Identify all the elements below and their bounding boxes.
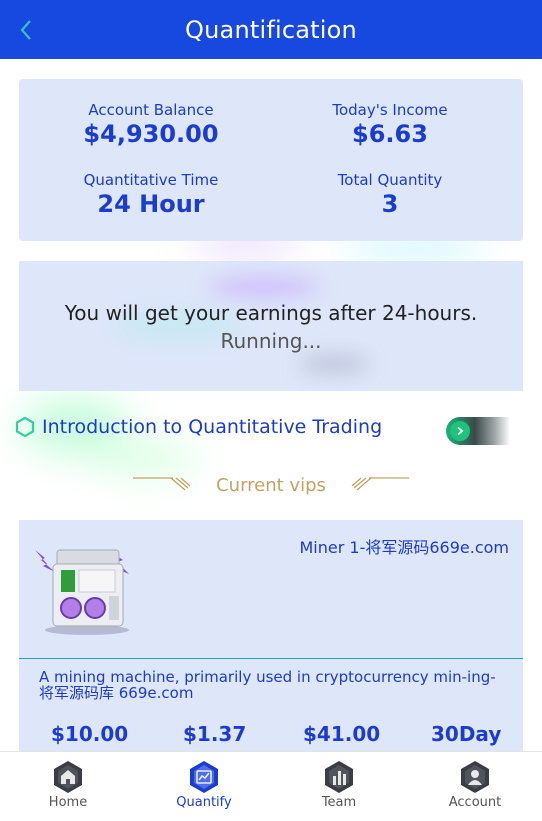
nav-item-team[interactable]: Team: [271, 752, 407, 821]
vip-card[interactable]: Miner 1-将军源码669e.com A mining machine, p…: [19, 520, 523, 752]
account-balance-value: $4,930.00: [83, 120, 219, 148]
bottom-nav: Home Quantify Team Account: [0, 751, 542, 821]
account-icon: [461, 761, 489, 793]
nav-item-account[interactable]: Account: [407, 752, 542, 821]
home-icon: [54, 761, 82, 793]
nav-label-home: Home: [48, 795, 88, 810]
intro-quant-trading-row[interactable]: Introduction to Quantitative Trading: [14, 412, 524, 446]
vip-description: A mining machine, primarily used in cryp…: [39, 668, 496, 702]
total-quantity-value: 3: [381, 190, 399, 218]
todays-income-stat: Today's Income $6.63: [265, 101, 515, 148]
team-icon: [325, 761, 353, 793]
quant-time-label: Quantitative Time: [83, 171, 219, 189]
total-quantity-label: Total Quantity: [337, 171, 443, 189]
hexagon-icon: [15, 416, 35, 438]
vip-name: Miner 1-将军源码669e.com: [299, 538, 510, 557]
quant-time-value: 24 Hour: [97, 190, 205, 218]
earnings-message: You will get your earnings after 24-hour…: [64, 301, 478, 325]
vip-daily-income: $1.37: [183, 722, 247, 746]
nav-item-quantify[interactable]: Quantify: [136, 752, 272, 821]
vip-stats-row: $10.00 $1.37 $41.00 30Day: [19, 722, 523, 750]
todays-income-value: $6.63: [352, 120, 428, 148]
nav-item-home[interactable]: Home: [0, 752, 136, 821]
nav-label-quantify: Quantify: [176, 795, 232, 810]
account-balance-label: Account Balance: [88, 101, 214, 119]
right-ornament-icon: [351, 477, 409, 491]
quantify-icon: [190, 761, 218, 793]
nav-label-team: Team: [321, 795, 357, 810]
decor-glow: [209, 279, 319, 295]
vip-total-income: $41.00: [303, 722, 381, 746]
running-status: Running...: [220, 329, 322, 353]
nav-label-account: Account: [448, 795, 502, 810]
go-button[interactable]: [446, 417, 510, 445]
current-vips-heading: Current vips: [0, 472, 542, 498]
back-button[interactable]: [14, 16, 38, 44]
top-header: Quantification: [0, 0, 542, 59]
vip-duration: 30Day: [431, 722, 502, 746]
total-quantity-stat: Total Quantity 3: [265, 171, 515, 218]
mining-machine-icon: [35, 549, 129, 635]
chevron-left-icon: [20, 20, 31, 40]
quant-time-stat: Quantitative Time 24 Hour: [26, 171, 276, 218]
page-title: Quantification: [185, 15, 357, 44]
status-card: You will get your earnings after 24-hour…: [19, 261, 523, 391]
intro-label: Introduction to Quantitative Trading: [42, 416, 383, 438]
decor-glow: [299, 356, 369, 372]
stats-card: Account Balance $4,930.00 Today's Income…: [19, 79, 523, 241]
chevron-right-icon: [450, 421, 470, 441]
account-balance-stat: Account Balance $4,930.00: [26, 101, 276, 148]
divider: [19, 658, 523, 659]
vip-price: $10.00: [51, 722, 129, 746]
todays-income-label: Today's Income: [332, 101, 448, 119]
current-vips-title: Current vips: [216, 475, 326, 496]
